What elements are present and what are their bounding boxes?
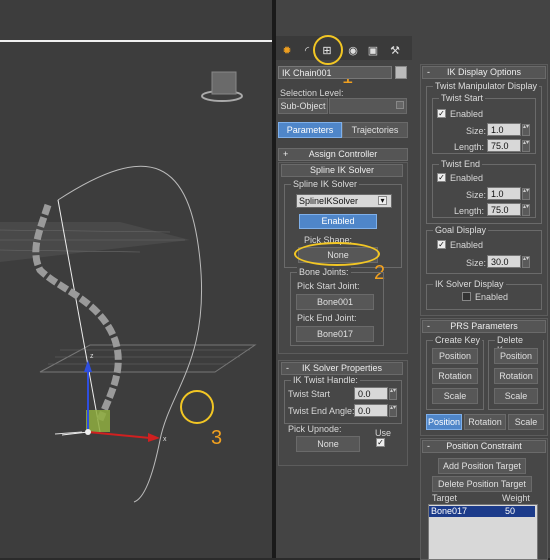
- selection-level-label: Selection Level:: [280, 88, 344, 98]
- twist-end-size-field[interactable]: 1.0: [487, 187, 521, 200]
- twist-end-size-label: Size:: [466, 190, 487, 200]
- twist-end-length-spinner[interactable]: ▴▾: [522, 204, 530, 216]
- pick-start-joint-label: Pick Start Joint:: [297, 281, 360, 291]
- twist-start-length-label: Length:: [454, 142, 485, 152]
- create-position-button[interactable]: Position: [432, 348, 478, 364]
- twist-end-length-label: Length:: [454, 206, 485, 216]
- target-column-header: Target: [432, 493, 458, 503]
- grid-near: [39, 344, 257, 373]
- rollout-assign-controller[interactable]: + Assign Controller: [278, 148, 408, 161]
- twist-start-spinner[interactable]: ▴▾: [389, 388, 397, 400]
- sub-object-dropdown[interactable]: [329, 98, 407, 114]
- twist-start-length-field[interactable]: 75.0: [487, 139, 521, 152]
- tab-trajectories[interactable]: Trajectories: [342, 122, 408, 138]
- twist-end-enabled-label: Enabled: [450, 173, 484, 183]
- twist-start-enabled-checkbox[interactable]: ✓: [437, 109, 446, 118]
- gizmo-x-axis: [87, 431, 151, 439]
- rollout-title-ik-display[interactable]: - IK Display Options: [422, 66, 546, 79]
- tab-parameters[interactable]: Parameters: [278, 122, 342, 138]
- twist-start-length-spinner[interactable]: ▴▾: [522, 140, 530, 152]
- weight-column-header: Weight: [502, 493, 530, 503]
- viewcube: [211, 71, 237, 95]
- add-position-target-button[interactable]: Add Position Target: [438, 458, 526, 474]
- twist-start-field[interactable]: 0.0: [354, 387, 388, 400]
- delete-scale-button[interactable]: Scale: [494, 388, 538, 404]
- twist-start-size-field[interactable]: 1.0: [487, 123, 521, 136]
- utilities-icon[interactable]: ⚒: [386, 42, 404, 58]
- twist-start-label: Twist Start: [288, 389, 331, 399]
- pick-upnode-label: Pick Upnode:: [288, 424, 342, 434]
- solver-display-checkbox[interactable]: [462, 292, 471, 301]
- axis-z-label: z: [90, 353, 94, 360]
- gizmo-plane: [86, 410, 110, 432]
- motion-icon[interactable]: ◉: [344, 42, 362, 58]
- enabled-button[interactable]: Enabled: [299, 214, 377, 229]
- viewport[interactable]: z x 3: [0, 0, 272, 558]
- goal-size-label: Size:: [466, 258, 487, 268]
- annotation-circle-2: [294, 242, 380, 266]
- twist-end-length-field[interactable]: 75.0: [487, 203, 521, 216]
- twist-start-size-label: Size:: [466, 126, 487, 136]
- rollout-title-spline-ik[interactable]: Spline IK Solver: [281, 164, 403, 177]
- sun-icon[interactable]: ✹: [278, 42, 296, 58]
- spline-curve: [57, 165, 203, 503]
- delete-rotation-button[interactable]: Rotation: [494, 368, 538, 384]
- create-scale-button[interactable]: Scale: [432, 388, 478, 404]
- object-color-swatch[interactable]: [395, 66, 407, 79]
- annotation-circle-1: [313, 35, 343, 65]
- twist-end-angle-field[interactable]: 0.0: [354, 404, 388, 417]
- prs-tab-position[interactable]: Position: [426, 414, 462, 430]
- goal-size-spinner[interactable]: ▴▾: [522, 256, 530, 268]
- grid-far: [0, 222, 190, 262]
- sub-object-button[interactable]: Sub-Object: [278, 98, 328, 114]
- twist-end-enabled-checkbox[interactable]: ✓: [437, 173, 446, 182]
- pick-end-joint-label: Pick End Joint:: [297, 313, 357, 323]
- annotation-3: 3: [211, 427, 223, 449]
- prs-tab-rotation[interactable]: Rotation: [464, 414, 506, 430]
- create-rotation-button[interactable]: Rotation: [432, 368, 478, 384]
- solver-display-label: Enabled: [475, 292, 509, 302]
- object-name-field[interactable]: IK Chain001: [278, 66, 392, 79]
- viewport-scene: z x: [0, 71, 257, 503]
- goal-enabled-label: Enabled: [450, 240, 484, 250]
- rollout-title-prs[interactable]: - PRS Parameters: [422, 320, 546, 333]
- twist-end-angle-label: Twist End Angle:: [288, 406, 355, 416]
- goal-enabled-checkbox[interactable]: ✓: [437, 240, 446, 249]
- twist-start-size-spinner[interactable]: ▴▾: [522, 124, 530, 136]
- prs-tab-scale[interactable]: Scale: [508, 414, 544, 430]
- rollout-title-position-constraint[interactable]: - Position Constraint: [422, 440, 546, 453]
- axis-x-label: x: [163, 436, 167, 443]
- goal-size-field[interactable]: 30.0: [487, 255, 521, 268]
- chevron-down-icon[interactable]: ▾: [378, 196, 387, 205]
- twist-start-enabled-label: Enabled: [450, 109, 484, 119]
- target-row[interactable]: Bone017 50: [429, 506, 535, 517]
- pick-end-joint-button[interactable]: Bone017: [296, 326, 374, 342]
- pick-start-joint-button[interactable]: Bone001: [296, 294, 374, 310]
- use-label: Use: [375, 428, 392, 438]
- use-checkbox[interactable]: ✓: [376, 438, 385, 447]
- delete-position-button[interactable]: Position: [494, 348, 538, 364]
- rollout-title-ik-props[interactable]: - IK Solver Properties: [281, 362, 403, 375]
- twist-end-size-spinner[interactable]: ▴▾: [522, 188, 530, 200]
- annotation-circle-3: [180, 390, 214, 424]
- delete-position-target-button[interactable]: Delete Position Target: [432, 476, 532, 492]
- pick-upnode-button[interactable]: None: [296, 436, 360, 452]
- display-icon[interactable]: ▣: [364, 42, 382, 58]
- twist-end-spinner[interactable]: ▴▾: [389, 405, 397, 417]
